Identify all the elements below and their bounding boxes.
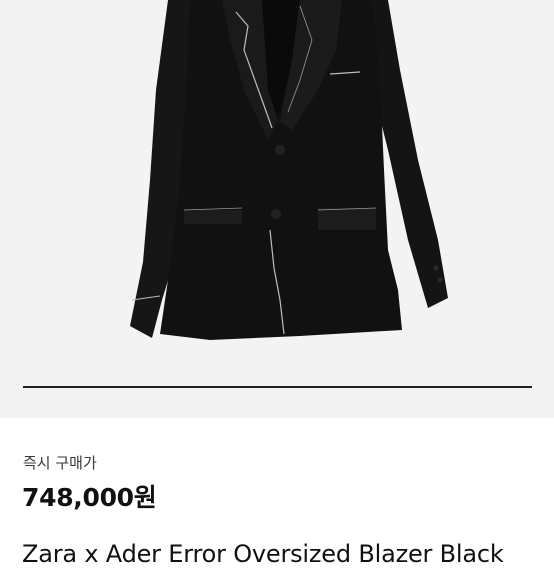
image-progress-track (23, 386, 532, 388)
instant-buy-label: 즉시 구매가 (23, 454, 97, 472)
product-info: 즉시 구매가 748,000원 Zara x Ader Error Oversi… (0, 418, 554, 568)
product-image (130, 0, 448, 340)
image-progress-fill (23, 386, 532, 388)
product-title: Zara x Ader Error Oversized Blazer Black (22, 540, 504, 568)
instant-buy-price[interactable]: 748,000원 (22, 478, 157, 514)
product-image-carousel[interactable] (0, 0, 554, 418)
